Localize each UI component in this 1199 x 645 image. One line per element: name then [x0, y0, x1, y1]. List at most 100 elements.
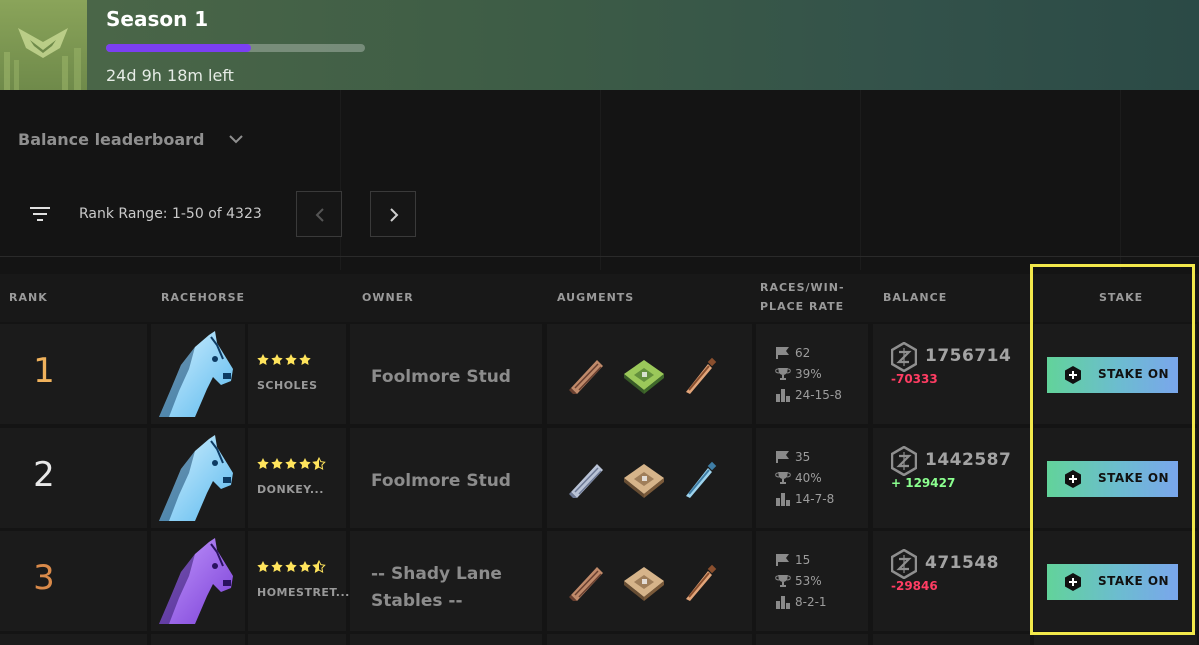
podium-icon	[776, 493, 790, 506]
balance-icon-wrap	[890, 341, 918, 376]
races-flag-icon	[776, 451, 789, 463]
table-header: RANK RACEHORSE OWNER AUGMENTS RACES/WIN-…	[0, 274, 1199, 322]
stake-on-label: STAKE ON	[1098, 367, 1170, 381]
racehorse-portrait[interactable]	[151, 433, 243, 523]
season-time-left: 24d 9h 18m left	[106, 66, 234, 85]
balance-value: 1442587	[925, 450, 1012, 470]
table-cell	[873, 634, 1030, 645]
table-cell	[248, 428, 346, 528]
owner-name[interactable]: -- Shady Lane Stables --	[371, 561, 531, 615]
rank-number: 1	[33, 351, 55, 391]
balance-delta: -29846	[891, 579, 938, 593]
balance-icon-wrap	[890, 548, 918, 583]
header-owner: OWNER	[362, 291, 414, 304]
racehorse-name[interactable]: DONKEY...	[257, 483, 324, 496]
owner-name[interactable]: Foolmore Stud	[371, 364, 531, 391]
augment-blade-icon	[569, 567, 603, 601]
background-stripe	[340, 90, 341, 270]
rank-number: 2	[33, 455, 55, 495]
balance-delta: + 129427	[891, 476, 956, 490]
table-cell	[151, 634, 245, 645]
table-cell	[1034, 634, 1197, 645]
season-progress-fill	[106, 44, 252, 52]
rating-stars	[257, 456, 329, 475]
rank-range-label: Rank Range: 1-50 of 4323	[79, 206, 262, 222]
stake-on-label: STAKE ON	[1098, 471, 1170, 485]
augment-item[interactable]	[567, 356, 607, 400]
season-emblem-icon	[4, 28, 81, 90]
augment-item[interactable]	[567, 563, 607, 607]
next-page-button[interactable]	[370, 191, 416, 237]
races-flag-icon	[776, 554, 789, 566]
star-full-icon	[257, 458, 269, 469]
balance-delta: -70333	[891, 372, 938, 386]
owner-name[interactable]: Foolmore Stud	[371, 468, 531, 495]
star-full-icon	[271, 561, 283, 572]
augment-item[interactable]	[567, 460, 607, 504]
rank-number: 3	[33, 558, 55, 598]
table-cell	[756, 634, 868, 645]
header-rank: RANK	[9, 291, 48, 304]
stake-on-button[interactable]: STAKE ON	[1047, 564, 1178, 600]
augment-item[interactable]	[680, 563, 720, 607]
augment-syringe-icon	[686, 564, 717, 601]
racehorse-name[interactable]: HOMESTRET...	[257, 586, 350, 599]
augment-item[interactable]	[622, 460, 666, 504]
add-stake-icon	[1065, 470, 1081, 488]
augment-item[interactable]	[622, 563, 666, 607]
racehorse-name[interactable]: SCHOLES	[257, 379, 318, 392]
balance-token-icon	[890, 341, 918, 373]
podium-icon	[776, 389, 790, 402]
racehorse-portrait[interactable]	[151, 536, 243, 626]
balance-value: 471548	[925, 553, 999, 573]
chevron-down-icon[interactable]	[228, 132, 244, 146]
win-rate-value: 39%	[795, 367, 822, 381]
augment-chip-icon	[624, 360, 664, 394]
table-cell	[350, 634, 542, 645]
race-record-value: 24-15-8	[795, 388, 842, 402]
header-races-line1: RACES/WIN-	[760, 281, 845, 294]
augment-item[interactable]	[622, 356, 666, 400]
races-flag-icon	[776, 347, 789, 359]
races-count-value: 62	[795, 346, 811, 360]
augment-item[interactable]	[680, 460, 720, 504]
stake-on-label: STAKE ON	[1098, 574, 1170, 588]
augment-syringe-icon	[686, 357, 717, 394]
rating-stars	[257, 352, 329, 371]
stake-on-button[interactable]: STAKE ON	[1047, 357, 1178, 393]
race-record-value: 14-7-8	[795, 492, 835, 506]
racehorse-image	[151, 433, 243, 523]
stake-on-button[interactable]: STAKE ON	[1047, 461, 1178, 497]
header-augments: AUGMENTS	[557, 291, 635, 304]
star-full-icon	[257, 354, 269, 365]
table-row[interactable]: 1 SCHOLES Foolmore Stud 62 39% 24-15-8 17567…	[0, 324, 1199, 424]
star-full-icon	[299, 354, 311, 365]
filter-icon[interactable]	[30, 205, 52, 223]
prev-page-button[interactable]	[296, 191, 342, 237]
table-row[interactable]: 3 HOMESTRET... -- Shady Lane Stables -- 1…	[0, 531, 1199, 631]
augment-item[interactable]	[680, 356, 720, 400]
balance-value: 1756714	[925, 346, 1012, 366]
augment-blade-icon	[569, 464, 603, 498]
table-cell	[248, 324, 346, 424]
star-full-icon	[299, 561, 311, 572]
racehorse-portrait[interactable]	[151, 329, 243, 419]
win-rate-value: 40%	[795, 471, 822, 485]
header-balance: BALANCE	[883, 291, 948, 304]
table-cell	[547, 634, 752, 645]
balance-icon-wrap	[890, 445, 918, 480]
background-stripe	[860, 90, 861, 270]
leaderboard-selector[interactable]: Balance leaderboard	[18, 130, 204, 149]
table-row[interactable]: 2 DONKEY... Foolmore Stud 35 40% 14-7-8 1442…	[0, 428, 1199, 528]
season-badge	[0, 0, 87, 90]
table-cell	[248, 634, 346, 645]
augment-chip-icon	[624, 567, 664, 601]
star-full-icon	[285, 354, 297, 365]
season-banner: Season 1 24d 9h 18m left	[0, 0, 1199, 90]
header-racehorse: RACEHORSE	[161, 291, 246, 304]
podium-icon	[776, 596, 790, 609]
add-stake-icon	[1065, 573, 1081, 591]
augment-syringe-icon	[686, 461, 717, 498]
divider	[0, 256, 1199, 257]
chevron-right-icon	[390, 208, 399, 222]
